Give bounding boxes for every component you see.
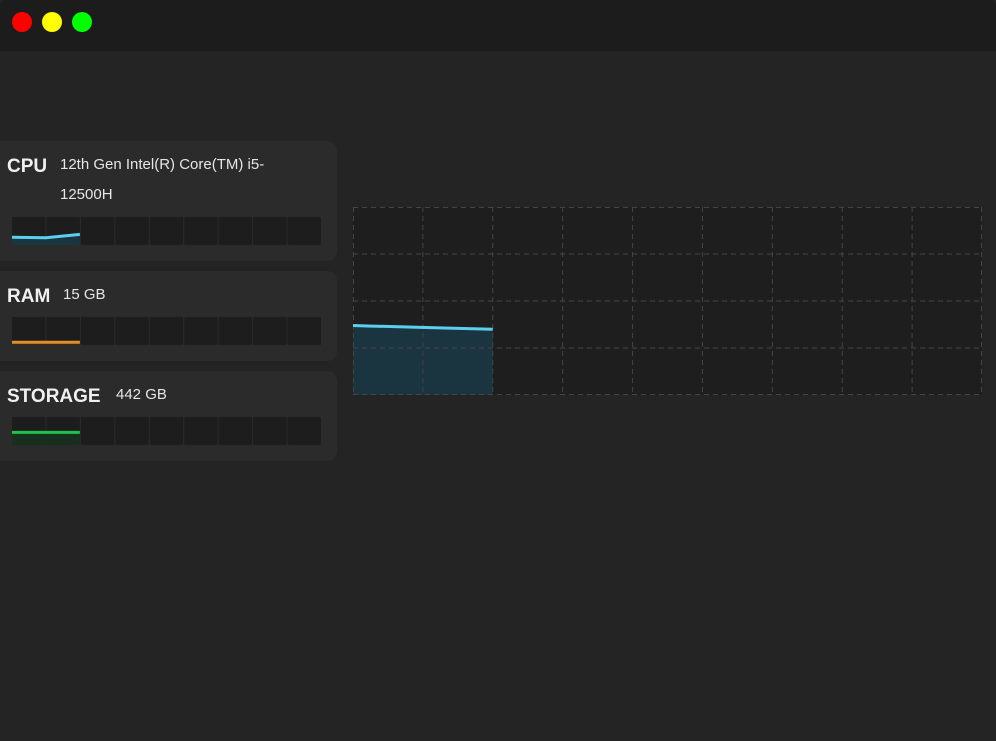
cpu-card[interactable]: CPU 12th Gen Intel(R) Core(TM) i5- 12500… — [0, 141, 337, 261]
mini-chart-cell — [287, 217, 321, 245]
mini-chart-cell — [253, 217, 287, 245]
mini-chart-cell — [218, 317, 253, 345]
mini-chart-cell — [218, 217, 253, 245]
mini-chart-cell — [184, 417, 218, 445]
title-bar — [0, 0, 996, 51]
mini-chart-cell — [184, 217, 218, 245]
ram-label: RAM — [7, 286, 51, 307]
mini-chart-cell — [287, 317, 321, 345]
mini-chart-cell — [115, 317, 149, 345]
mini-chart-cell — [149, 317, 184, 345]
close-window-button[interactable] — [12, 12, 32, 32]
mini-chart-cell — [115, 417, 149, 445]
cpu-model-line2: 12500H — [60, 186, 113, 203]
mini-chart-cell — [115, 217, 149, 245]
mini-chart-cell — [253, 417, 287, 445]
cpu-label: CPU — [7, 156, 48, 177]
storage-size: 442 GB — [116, 386, 167, 403]
cpu-model-line1: 12th Gen Intel(R) Core(TM) i5- — [60, 156, 265, 173]
mini-chart-cell — [80, 317, 115, 345]
minimize-window-button[interactable] — [42, 12, 62, 32]
mini-chart-cell — [287, 417, 321, 445]
mini-chart-cell — [149, 417, 184, 445]
mini-chart-cell — [80, 417, 115, 445]
cpu-usage-chart — [353, 207, 982, 395]
cpu-mini-chart — [12, 217, 321, 245]
storage-mini-chart — [12, 417, 321, 445]
ram-card[interactable]: RAM 15 GB — [0, 271, 337, 361]
ram-mini-chart — [12, 317, 321, 345]
storage-label: STORAGE — [7, 386, 101, 407]
mini-chart-area — [12, 432, 80, 445]
mini-chart-cell — [218, 417, 253, 445]
storage-card[interactable]: STORAGE 442 GB — [0, 371, 337, 461]
mini-chart-cell — [253, 317, 287, 345]
maximize-window-button[interactable] — [72, 12, 92, 32]
mini-chart-cell — [184, 317, 218, 345]
mini-chart-cell — [149, 217, 184, 245]
mini-chart-cell — [80, 217, 115, 245]
ram-size: 15 GB — [63, 286, 106, 303]
